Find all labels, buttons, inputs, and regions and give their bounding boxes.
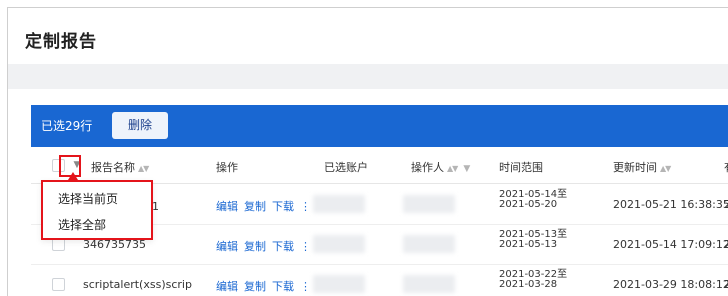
row-checkbox[interactable] — [52, 278, 65, 291]
copy-link[interactable]: 复制 — [244, 280, 266, 293]
report-page: 定制报告 已选29行 删除 ▼ 报告名称 ▲▼ 操作 已选账户 操作人 ▲▼ ▼ 时间… — [7, 7, 728, 296]
updated-time: 2021-03-29 18:08:12 — [613, 278, 728, 291]
more-vertical-icon[interactable]: ⋮ — [300, 200, 311, 213]
column-header-range: 时间范围 — [499, 161, 543, 174]
time-range: 2021-05-13至 2021-05-13 — [499, 229, 568, 250]
column-header-operator[interactable]: 操作人 ▲▼ ▼ — [411, 159, 470, 175]
copy-link[interactable]: 复制 — [244, 200, 266, 213]
delete-button[interactable]: 删除 — [112, 112, 168, 139]
copy-link[interactable]: 复制 — [244, 240, 266, 253]
column-header-accounts: 已选账户 — [324, 161, 368, 174]
sort-icon[interactable]: ▲▼ — [138, 164, 149, 173]
edit-link[interactable]: 编辑 — [216, 280, 238, 293]
menu-item-select-all[interactable]: 选择全部 — [58, 216, 106, 233]
sort-icon[interactable]: ▲▼ — [660, 164, 671, 173]
selected-count: 已选29行 — [41, 119, 93, 133]
clipped-cell: 2 — [724, 278, 728, 291]
download-link[interactable]: 下载 — [272, 280, 294, 293]
select-dropdown-menu: 选择当前页 选择全部 — [41, 180, 153, 240]
table-row: scriptalert(xss)scrip 编辑 复制 下载 ⋮ 2021-03-22… — [31, 265, 728, 296]
row-actions: 编辑 复制 下载 ⋮ — [216, 238, 311, 254]
blurred-accounts — [313, 235, 365, 253]
column-header-name[interactable]: 报告名称 ▲▼ — [91, 159, 149, 175]
blurred-accounts — [313, 275, 365, 293]
filter-icon[interactable]: ▼ — [463, 164, 470, 174]
edit-link[interactable]: 编辑 — [216, 240, 238, 253]
more-vertical-icon[interactable]: ⋮ — [300, 280, 311, 293]
filter-area-band — [8, 64, 728, 89]
dropdown-pointer — [68, 172, 78, 180]
column-header-ops: 操作 — [216, 161, 238, 174]
more-vertical-icon[interactable]: ⋮ — [300, 240, 311, 253]
sort-icon[interactable]: ▲▼ — [447, 164, 458, 173]
column-header-updated[interactable]: 更新时间 ▲▼ — [613, 159, 671, 175]
report-name[interactable]: scriptalert(xss)scrip — [83, 278, 192, 291]
selection-bar: 已选29行 删除 — [31, 105, 728, 147]
time-range: 2021-03-22至 2021-03-28 — [499, 269, 568, 290]
clipped-cell: 2 — [724, 198, 728, 211]
blurred-accounts — [313, 195, 365, 213]
table-header: ▼ 报告名称▲▼ 操作 已选账户 操作人▲▼▼ 时间范围 更新时间▲▼ 有 — [31, 148, 728, 184]
blurred-operator — [403, 275, 455, 293]
edit-link[interactable]: 编辑 — [216, 200, 238, 213]
download-link[interactable]: 下载 — [272, 200, 294, 213]
download-link[interactable]: 下载 — [272, 240, 294, 253]
clipped-cell: 2 — [724, 238, 728, 251]
page-title: 定制报告 — [25, 32, 97, 52]
blurred-operator — [403, 195, 455, 213]
row-actions: 编辑 复制 下载 ⋮ — [216, 278, 311, 294]
menu-item-select-current-page[interactable]: 选择当前页 — [58, 190, 118, 207]
updated-time: 2021-05-14 17:09:12 — [613, 238, 728, 251]
row-actions: 编辑 复制 下载 ⋮ — [216, 198, 311, 214]
blurred-operator — [403, 235, 455, 253]
time-range: 2021-05-14至 2021-05-20 — [499, 189, 568, 210]
column-header-extra: 有 — [724, 159, 728, 175]
updated-time: 2021-05-21 16:38:35 — [613, 198, 728, 211]
